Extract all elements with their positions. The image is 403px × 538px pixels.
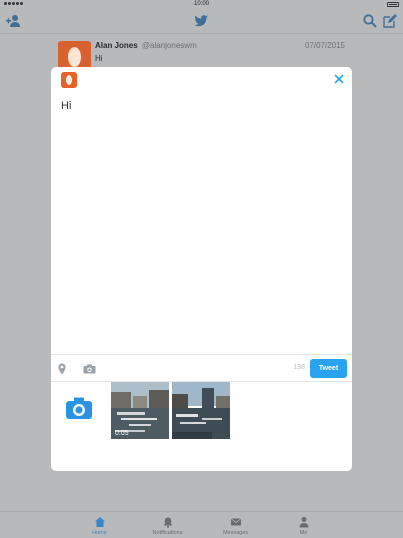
tab-bar: Home Notifications Messages Me (0, 511, 403, 538)
tweet-button[interactable]: Tweet (310, 359, 347, 378)
tab-me[interactable]: Me (280, 512, 328, 538)
camera-icon[interactable] (83, 364, 96, 374)
tweet-date: 07/07/2015 (304, 41, 345, 50)
tab-label: Home (92, 530, 107, 536)
close-icon[interactable] (332, 72, 346, 86)
battery-icon (387, 2, 399, 7)
search-icon[interactable] (362, 13, 378, 29)
tab-messages[interactable]: Messages (212, 512, 260, 538)
tab-notifications[interactable]: Notifications (144, 512, 192, 538)
person-icon (299, 517, 308, 528)
avatar (61, 72, 77, 88)
envelope-icon (230, 518, 241, 526)
status-time: 10:00 (193, 1, 209, 7)
home-icon (94, 517, 105, 527)
video-duration: 0:05 (115, 430, 129, 437)
compose-icon[interactable] (382, 13, 398, 29)
compose-tweet-dialog: Hi 138 Tweet 0:05 (51, 67, 352, 471)
status-bar: 10:00 (0, 0, 403, 10)
add-user-icon[interactable] (6, 13, 22, 29)
bird-logo-icon (193, 13, 209, 29)
camera-icon[interactable] (65, 396, 93, 420)
tweet-text-input[interactable]: Hi (61, 100, 71, 112)
compose-toolbar: 138 Tweet (51, 354, 352, 382)
media-thumbnail-photo[interactable] (172, 382, 230, 439)
tab-label: Messages (222, 530, 249, 536)
tweet-text: Hi (95, 54, 103, 63)
tweet-author: Alan Jones @alanjoneswm (95, 41, 197, 50)
bell-icon (163, 517, 172, 528)
media-thumbnail-video[interactable]: 0:05 (111, 382, 169, 439)
character-count: 138 (293, 364, 305, 371)
timeline-tweet[interactable]: Alan Jones @alanjoneswm 07/07/2015 Hi (0, 36, 403, 74)
tab-home[interactable]: Home (76, 512, 124, 538)
media-picker: 0:05 (51, 382, 352, 442)
location-pin-icon[interactable] (57, 363, 67, 375)
tab-label: Notifications (152, 530, 183, 536)
author-name: Alan Jones (95, 41, 138, 50)
top-nav-bar (0, 10, 403, 34)
tab-label: Me (299, 530, 308, 536)
author-handle: @alanjoneswm (141, 41, 197, 50)
